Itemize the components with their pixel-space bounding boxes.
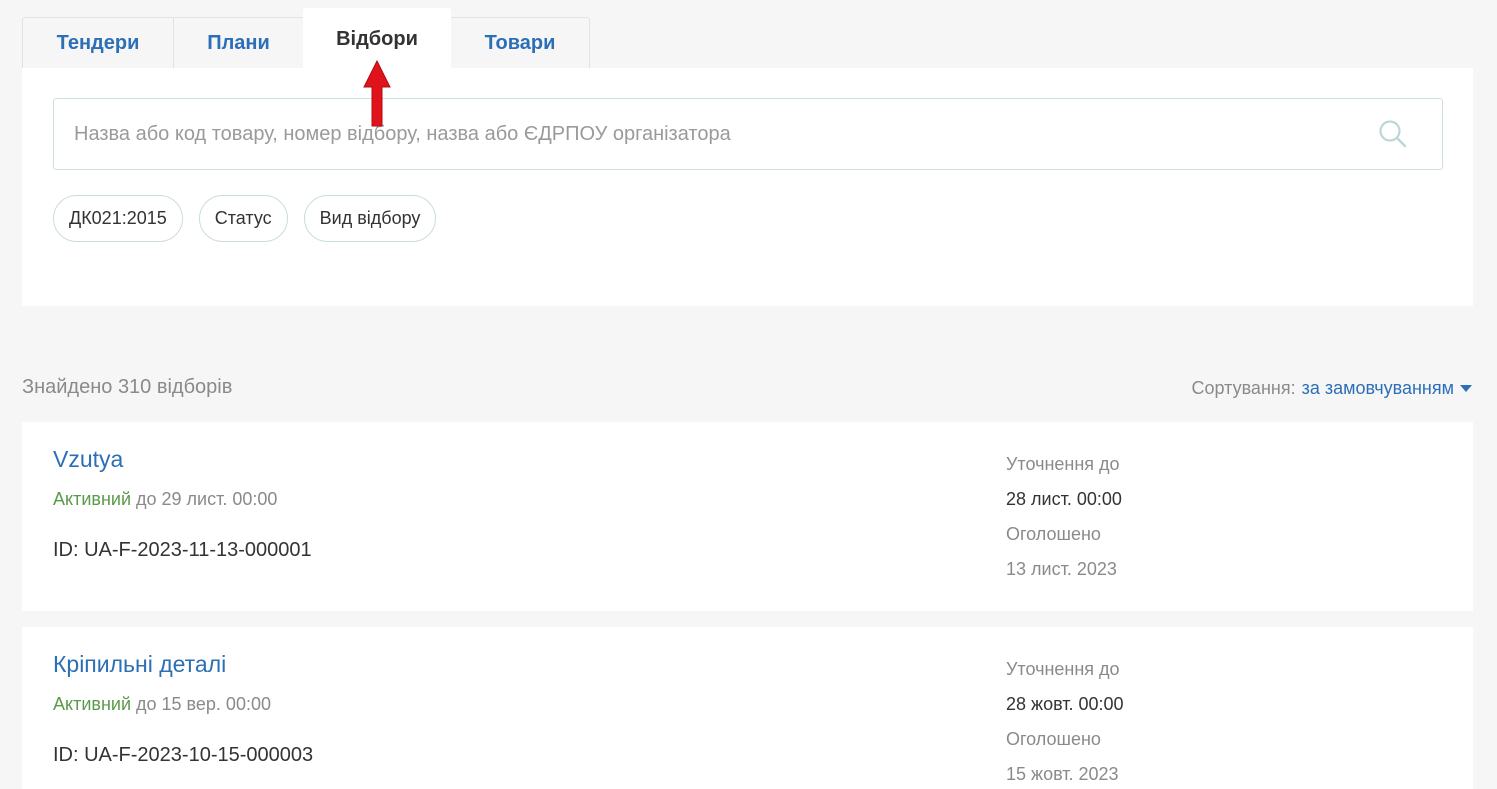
card-title-link[interactable]: Кріпильні деталі — [53, 651, 226, 678]
results-count: Знайдено 310 відборів — [22, 376, 233, 398]
clarify-value: 28 лист. 00:00 — [1006, 489, 1122, 509]
tab-plans[interactable]: Плани — [173, 17, 304, 69]
announced-label: Оголошено — [1006, 729, 1101, 749]
status-deadline: до 29 лист. 00:00 — [136, 489, 278, 509]
card-id: ID: UA-F-2023-10-15-000003 — [53, 744, 314, 766]
card-meta: Уточнення до 28 лист. 00:00 Оголошено 13… — [1006, 453, 1122, 593]
search-panel: ДК021:2015 Статус Вид відбору — [22, 68, 1473, 306]
sort-dropdown[interactable]: за замовчуванням — [1302, 378, 1454, 399]
tab-goods[interactable]: Товари — [450, 17, 590, 69]
tab-tenders[interactable]: Тендери — [22, 17, 174, 69]
announced-value: 15 жовт. 2023 — [1006, 764, 1119, 784]
status-badge: Активний — [53, 694, 131, 714]
announced-label: Оголошено — [1006, 524, 1101, 544]
card-title-link[interactable]: Vzutya — [53, 446, 123, 473]
search-icon[interactable] — [1376, 117, 1410, 151]
status-deadline: до 15 вер. 00:00 — [136, 694, 271, 714]
sort-label: Сортування: — [1191, 378, 1296, 398]
filter-dk021[interactable]: ДК021:2015 — [53, 195, 183, 242]
result-card: Vzutya Активний до 29 лист. 00:00 ID: UA… — [22, 422, 1473, 611]
card-meta: Уточнення до 28 жовт. 00:00 Оголошено 15… — [1006, 658, 1124, 789]
caret-down-icon[interactable] — [1460, 385, 1472, 392]
card-status: Активний до 29 лист. 00:00 — [53, 489, 277, 510]
clarify-label: Уточнення до — [1006, 454, 1120, 474]
search-box — [53, 98, 1443, 170]
status-badge: Активний — [53, 489, 131, 509]
sort-control: Сортування: за замовчуванням — [1191, 378, 1472, 399]
filter-chips: ДК021:2015 Статус Вид відбору — [53, 195, 437, 242]
card-id: ID: UA-F-2023-11-13-000001 — [53, 539, 312, 561]
filter-selection-type[interactable]: Вид відбору — [303, 195, 437, 242]
announced-value: 13 лист. 2023 — [1006, 559, 1117, 579]
clarify-value: 28 жовт. 00:00 — [1006, 694, 1124, 714]
result-card: Кріпильні деталі Активний до 15 вер. 00:… — [22, 627, 1473, 789]
search-input[interactable] — [54, 99, 1376, 169]
filter-status[interactable]: Статус — [198, 195, 288, 242]
card-status: Активний до 15 вер. 00:00 — [53, 694, 271, 715]
clarify-label: Уточнення до — [1006, 659, 1120, 679]
tab-bar: Тендери Плани Відбори Товари — [22, 8, 590, 69]
red-up-arrow-icon — [363, 60, 391, 127]
